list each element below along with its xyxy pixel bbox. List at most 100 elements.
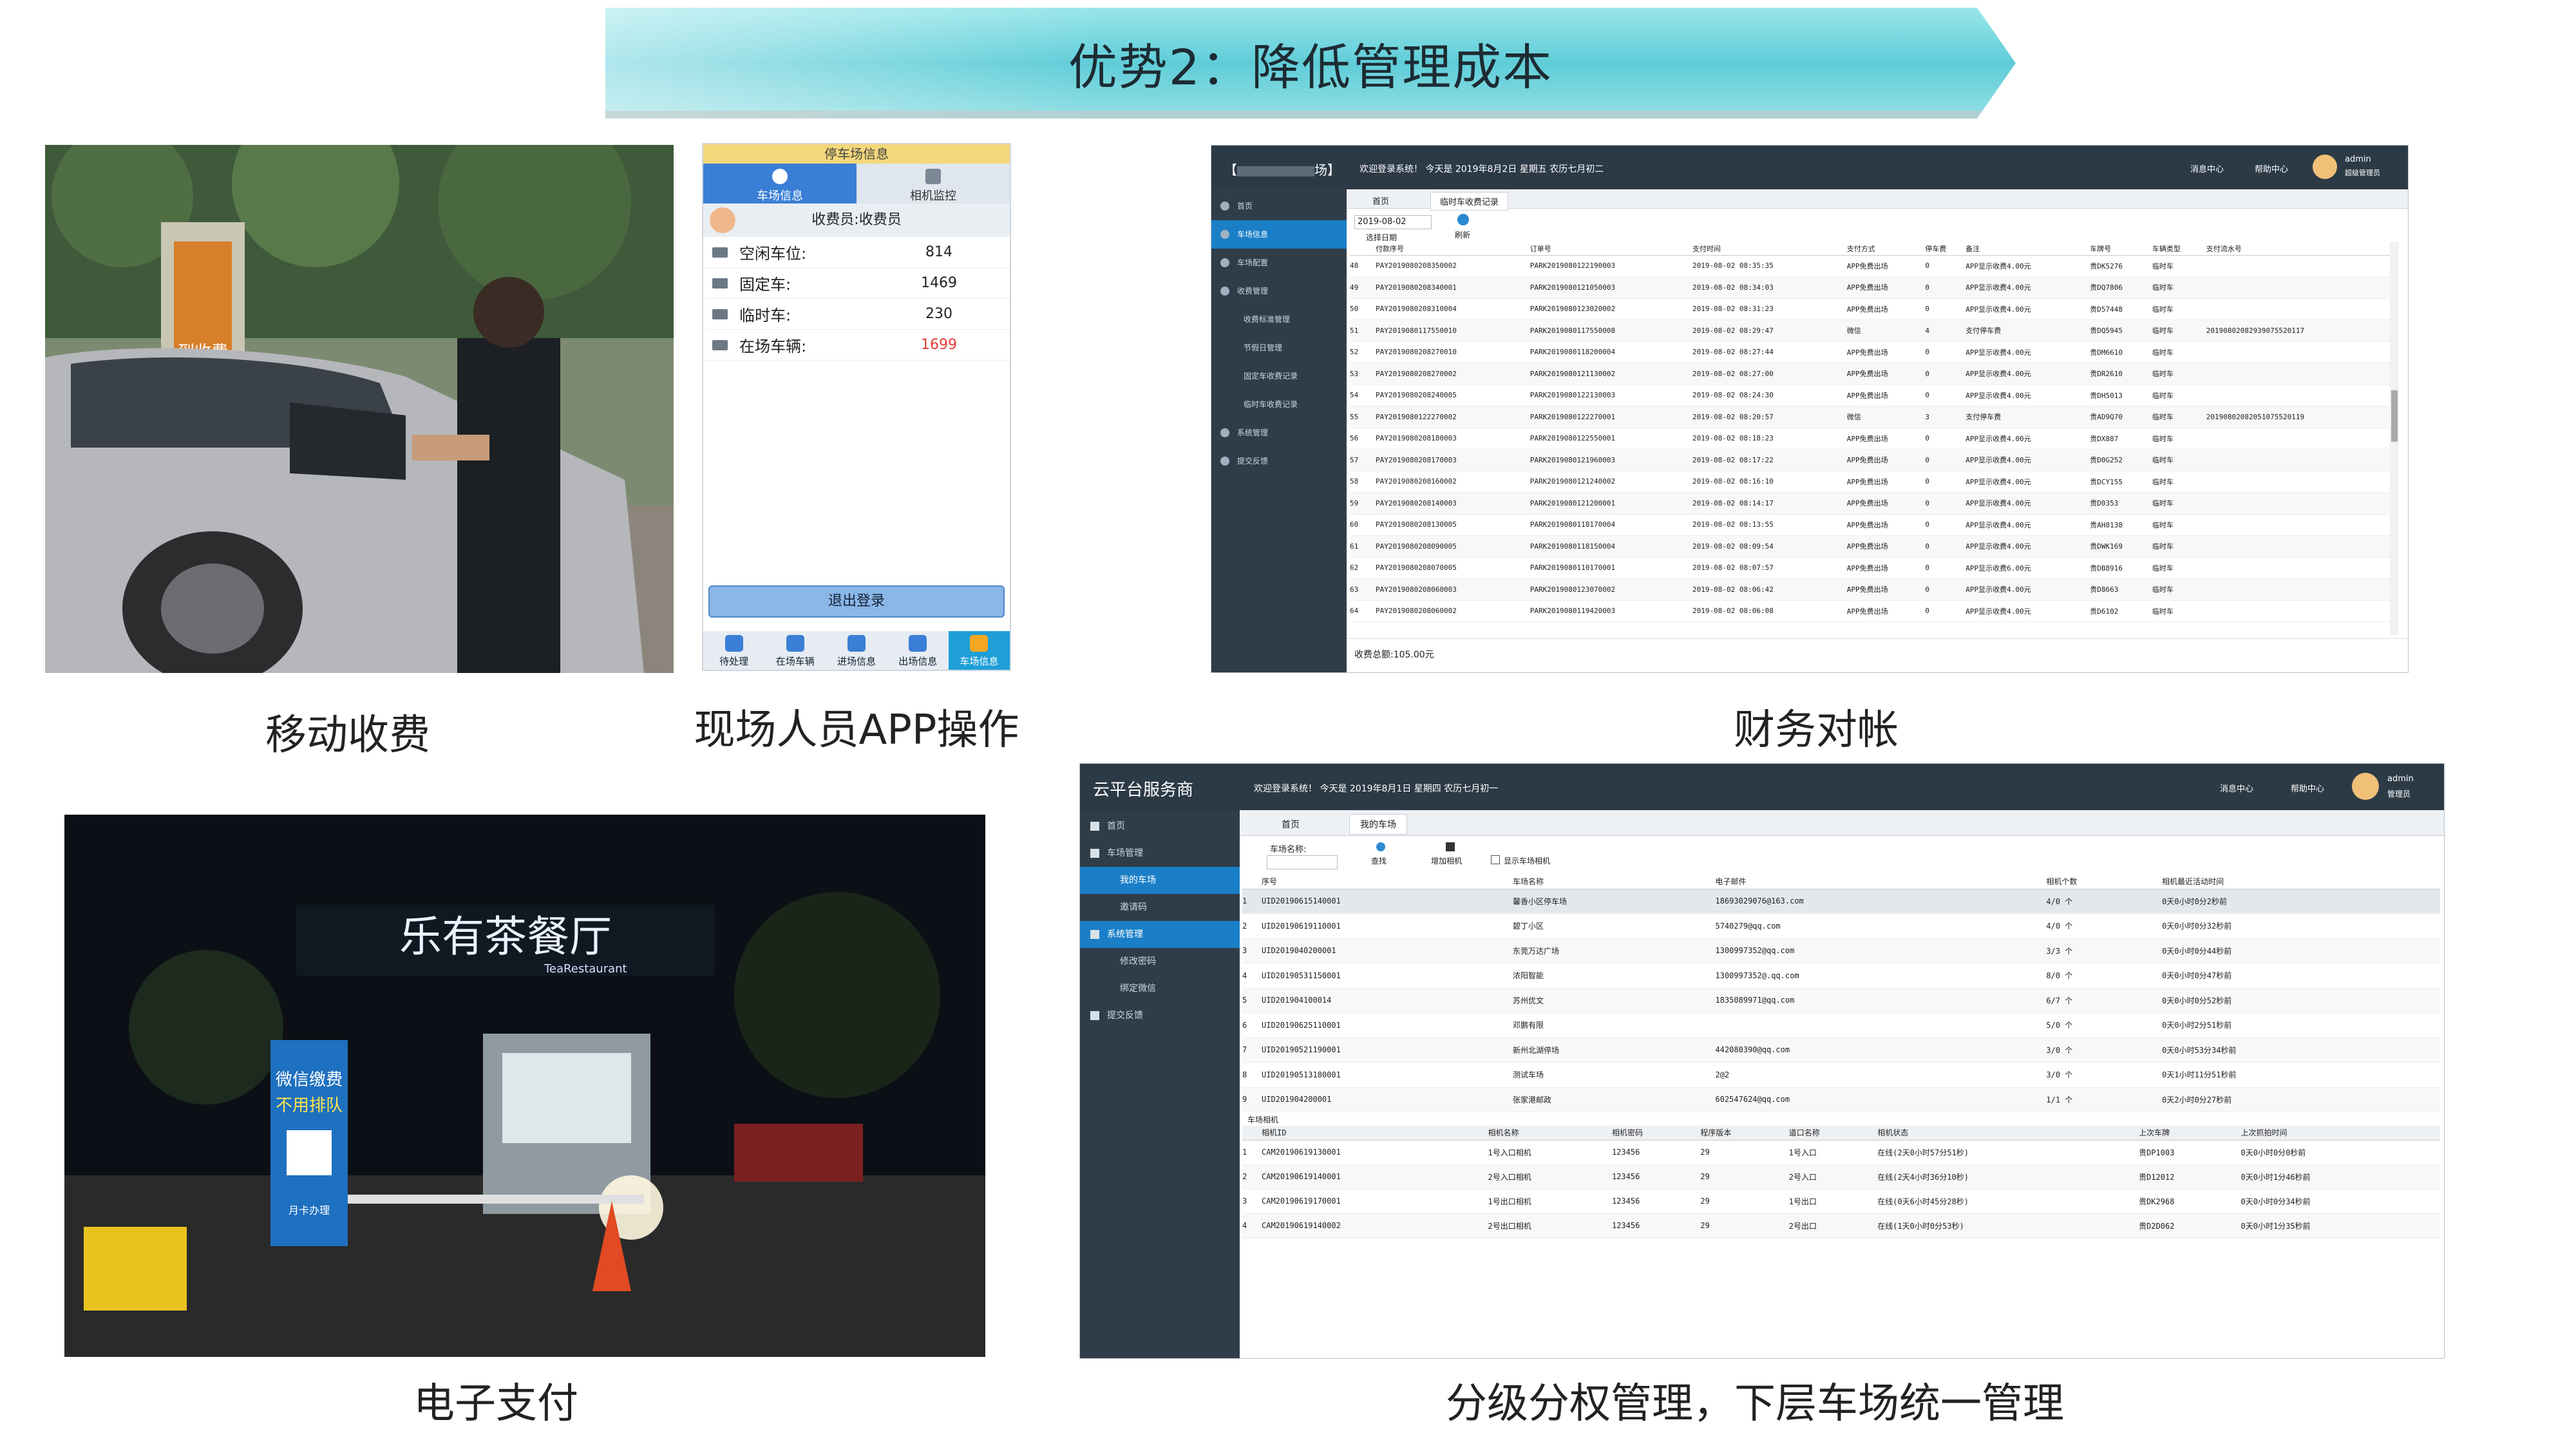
table-row[interactable]: 60 PAY2019080208130005 PARK201908011817000…	[1350, 514, 2393, 536]
avatar[interactable]	[2352, 773, 2379, 800]
tab-temp-records[interactable]: 临时车收费记录	[1430, 192, 1509, 211]
tab-parking-info[interactable]: 车场信息	[703, 164, 857, 204]
tab-home[interactable]: 首页	[1282, 818, 1300, 831]
show-camera-checkbox[interactable]	[1491, 855, 1500, 864]
sidebar-item[interactable]: 收费标准管理	[1211, 305, 1347, 334]
column-header[interactable]: 上次车牌	[2139, 1126, 2240, 1140]
refresh-icon[interactable]	[1457, 214, 1469, 225]
sidebar-item[interactable]: 车场信息	[1211, 220, 1347, 249]
column-header[interactable]: 相机密码	[1612, 1126, 1700, 1140]
message-center-link[interactable]: 消息中心	[2220, 782, 2253, 794]
table-row[interactable]: 57 PAY2019080208170003 PARK201908012196000…	[1350, 449, 2393, 471]
table-row[interactable]: 61 PAY2019080208090005 PARK201908011815000…	[1350, 535, 2393, 557]
column-header[interactable]: 车场名称	[1513, 875, 1716, 889]
table-row[interactable]: 63 PAY2019080208060003 PARK201908012307000…	[1350, 578, 2393, 600]
nav-pending[interactable]: 待处理	[703, 631, 764, 670]
table-row[interactable]: 2 UID2019061911000​1 碧丁小区 5740279@qq.com 4/0…	[1242, 914, 2440, 938]
sidebar-item[interactable]: 系统管理	[1080, 921, 1240, 948]
sidebar-item[interactable]: 系统管理	[1211, 419, 1347, 447]
sidebar-item[interactable]: 节假日管理	[1211, 334, 1347, 362]
column-header[interactable]: 车牌号	[2090, 242, 2152, 255]
scrollbar[interactable]	[2390, 242, 2399, 635]
sidebar-item[interactable]: 收费管理	[1211, 277, 1347, 305]
table-row[interactable]: 48 PAY2019080208350002 PARK201908012219000…	[1350, 255, 2393, 277]
table-row[interactable]: 3 UID2019040200001 东莞万达广场 1300997352@qq.com…	[1242, 938, 2440, 963]
sidebar-item[interactable]: 车场配置	[1211, 249, 1347, 277]
table-row[interactable]: 49 PAY2019080208340001 PARK201908012105000…	[1350, 276, 2393, 298]
message-center-link[interactable]: 消息中心	[2190, 162, 2224, 175]
tab-my-parking[interactable]: 我的车场	[1349, 814, 1407, 835]
table-row[interactable]: 6 UID2019062511000​1 邓鹏有限 5/0 个 0天0小时2分51秒前	[1242, 1013, 2440, 1037]
sidebar-item[interactable]: 邀请码	[1080, 894, 1240, 921]
table-row[interactable]: 64 PAY2019080208060002 PARK201908011942000…	[1350, 600, 2393, 622]
tab-home[interactable]: 首页	[1372, 194, 1389, 207]
column-header[interactable]: 道口名称	[1789, 1126, 1877, 1140]
table-row[interactable]: 56 PAY2019080208180003 PARK201908012255000…	[1350, 428, 2393, 450]
table-cell: 1/1 个	[2046, 1095, 2073, 1104]
column-header[interactable]: 支付流水号	[2206, 242, 2393, 255]
column-header[interactable]: 支付方式	[1847, 242, 1926, 255]
logout-button[interactable]: 退出登录	[708, 585, 1005, 618]
table-row[interactable]: 59 PAY2019080208140003 PARK201908012120000…	[1350, 492, 2393, 514]
column-header[interactable]: 相机最近活动时间	[2162, 875, 2440, 889]
sidebar-item[interactable]: 临时车收费记录	[1211, 390, 1347, 419]
table-row[interactable]: 62 PAY2019080208070005 PARK201908011017000…	[1350, 557, 2393, 579]
column-header[interactable]: 订单号	[1530, 242, 1692, 255]
table-row[interactable]: 1 CAM2019061913000​1 1号入口相机 123456 29 1号入口 在线(…	[1242, 1140, 2440, 1164]
sidebar-item[interactable]: 绑定微信	[1080, 975, 1240, 1002]
table-row[interactable]: 7 UID2019052119000​1 新州北湖停场 442080390@qq.co…	[1242, 1037, 2440, 1063]
table-row[interactable]: 4 UID2019053115000​1 浓阳智能 1300997352@.qq.co…	[1242, 963, 2440, 988]
column-header[interactable]: 电子邮件	[1716, 875, 2047, 889]
column-header[interactable]: 付款序号	[1376, 242, 1530, 255]
column-header[interactable]: 备注	[1965, 242, 2090, 255]
table-row[interactable]: 55 PAY2019080122270002 PARK201908012227000…	[1350, 406, 2393, 428]
date-input[interactable]: 2019-08-02	[1354, 215, 1432, 229]
column-header[interactable]: 相机状态	[1877, 1126, 2139, 1140]
table-cell	[2206, 471, 2393, 493]
table-row[interactable]: 5 UID2019041000​14 苏州优文 1835089971@qq.com 6/…	[1242, 988, 2440, 1013]
column-header[interactable]: 相机个数	[2046, 875, 2162, 889]
table-row[interactable]: 1 UID2019061514000​1 馨香小区停车场 18693029076@16…	[1242, 889, 2440, 914]
table-row[interactable]: 58 PAY2019080208160002 PARK201908012124000…	[1350, 471, 2393, 493]
nav-exit[interactable]: 出场信息	[887, 631, 949, 670]
column-header[interactable]: 支付时间	[1692, 242, 1847, 255]
column-header[interactable]: 相机名称	[1488, 1126, 1612, 1140]
column-header[interactable]: 程序版本	[1700, 1126, 1788, 1140]
column-header[interactable]: 车辆类型	[2152, 242, 2206, 255]
nav-vehicles[interactable]: 在场车辆	[764, 631, 826, 670]
avatar[interactable]	[2313, 155, 2337, 179]
add-camera-button[interactable]: 增加相机	[1431, 855, 1462, 866]
search-button[interactable]: 查找	[1371, 855, 1387, 866]
nav-parking-info[interactable]: 车场信息	[948, 631, 1010, 670]
sidebar-item[interactable]: 固定车收费记录	[1211, 362, 1347, 390]
table-row[interactable]: 9 UID2019042000​01 张家港邮政 602547624@qq.com 1/…	[1242, 1087, 2440, 1112]
sidebar-item[interactable]: 修改密码	[1080, 948, 1240, 975]
tab-camera-monitor[interactable]: 相机监控	[857, 164, 1010, 204]
table-row[interactable]: 52 PAY2019080208270010 PARK201908011820000…	[1350, 341, 2393, 363]
column-header[interactable]: 上次抓拍时间	[2241, 1126, 2440, 1140]
column-header[interactable]: 相机ID	[1262, 1126, 1488, 1140]
nav-entry[interactable]: 进场信息	[826, 631, 887, 670]
sidebar-item[interactable]: 我的车场	[1080, 867, 1240, 894]
table-row[interactable]: 8 UID2019051318000​1 测试车场 2@2 3/0 个 0天1小时11分5…	[1242, 1063, 2440, 1087]
sidebar-item[interactable]: 车场管理	[1080, 840, 1240, 867]
table-row[interactable]: 3 CAM2019061917000​1 1号出口相机 123456 29 1号出口 在线(…	[1242, 1189, 2440, 1213]
column-header[interactable]: 停车费	[1925, 242, 1965, 255]
scroll-thumb[interactable]	[2391, 390, 2398, 442]
table-row[interactable]: 51 PAY2019080117550010 PARK201908011755000…	[1350, 319, 2393, 341]
help-center-link[interactable]: 帮助中心	[2291, 782, 2324, 794]
sidebar-item[interactable]: 提交反馈	[1080, 1002, 1240, 1029]
help-center-link[interactable]: 帮助中心	[2255, 162, 2288, 175]
search-input[interactable]	[1267, 855, 1338, 869]
column-header[interactable]: 序号	[1262, 875, 1513, 889]
table-row[interactable]: 50 PAY2019080208310004 PARK201908012302000…	[1350, 298, 2393, 320]
table-row[interactable]: 53 PAY2019080208270002 PARK201908012113000…	[1350, 363, 2393, 384]
table-row[interactable]: 2 CAM2019061914000​1 2号入口相机 123456 29 2号入口 在线(…	[1242, 1164, 2440, 1189]
sidebar-item[interactable]: 首页	[1211, 192, 1347, 220]
search-icon[interactable]	[1376, 842, 1385, 851]
table-row[interactable]: 54 PAY2019080208240005 PARK201908012213000…	[1350, 384, 2393, 406]
camera-icon[interactable]	[1446, 842, 1455, 851]
sidebar-item[interactable]: 首页	[1080, 813, 1240, 840]
table-row[interactable]: 4 CAM2019061914000​2 2号出口相机 123456 29 2号出口 在线(…	[1242, 1213, 2440, 1238]
sidebar-item[interactable]: 提交反馈	[1211, 447, 1347, 475]
